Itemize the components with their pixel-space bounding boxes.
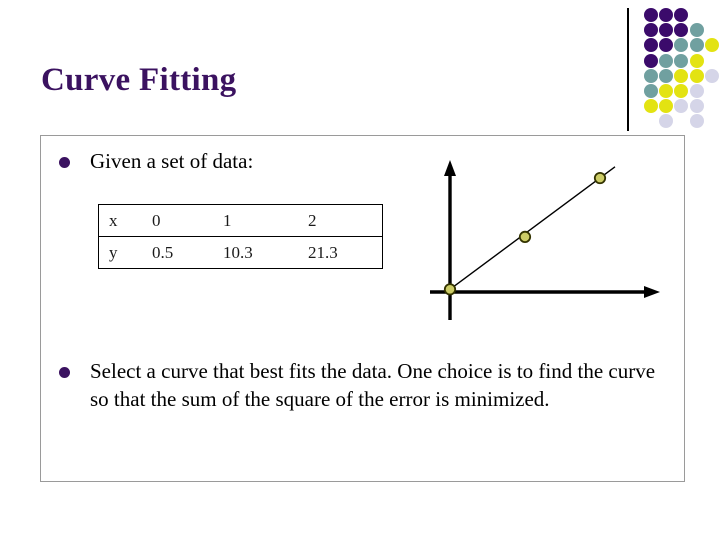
decor-dot-teal [674, 53, 689, 68]
table-cell-x-2: 2 [299, 204, 383, 237]
decor-dot-teal [689, 38, 704, 53]
table-cell-y-1: 10.3 [214, 236, 299, 269]
decor-dot-lavender [659, 114, 674, 129]
bullet-item-1-label: Given a set of data: [90, 149, 254, 173]
decor-dot-lavender [704, 68, 719, 83]
decor-dot-purple [644, 8, 658, 22]
decorative-dot-grid [644, 8, 720, 129]
disc-bullet-icon [59, 157, 70, 168]
decor-dot-yellow [689, 68, 704, 83]
decor-dot-yellow [659, 99, 674, 114]
chart-axes [430, 160, 660, 320]
decor-dot-lavender [689, 99, 704, 114]
decor-dot-teal [659, 68, 674, 83]
decor-dot-teal [644, 84, 658, 98]
decor-dot-teal [689, 23, 704, 38]
data-point-marker [443, 283, 457, 296]
presentation-slide: Curve Fitting Given a set of data: x 0 1… [0, 0, 720, 540]
best-fit-line [449, 166, 616, 290]
decor-dot-lavender [689, 114, 704, 129]
data-table: x 0 1 2 y 0.5 10.3 21.3 [98, 204, 383, 269]
decor-dot-purple [659, 38, 674, 53]
decor-dot-yellow [689, 53, 704, 68]
decor-dot-yellow [659, 84, 674, 98]
decor-dot-purple [659, 23, 674, 38]
decor-dot-purple [674, 8, 689, 22]
bullet-item-1: Given a set of data: [59, 148, 479, 176]
disc-bullet-icon [59, 367, 70, 378]
data-point-marker [593, 171, 607, 185]
decor-dot-yellow [644, 99, 658, 114]
decor-dot-teal [674, 38, 689, 53]
x-axis-arrowhead [644, 286, 660, 298]
decor-dot-teal [644, 68, 658, 83]
decor-dot-yellow [704, 38, 719, 53]
decor-dot-teal [659, 53, 674, 68]
title-divider-rule [627, 8, 629, 131]
decor-dot-yellow [674, 68, 689, 83]
chart-best-fit-line [449, 166, 616, 290]
table-row: y 0.5 10.3 21.3 [98, 236, 383, 269]
curve-fitting-chart [430, 160, 660, 320]
table-cell-x-0: 0 [143, 204, 214, 237]
decor-dot-purple [644, 23, 658, 38]
decor-dot-yellow [674, 84, 689, 98]
table-cell-y-2: 21.3 [299, 236, 383, 269]
bullet-item-2-label: Select a curve that best fits the data. … [90, 359, 656, 411]
decor-dot-purple [644, 38, 658, 53]
table-row-label-x: x [98, 204, 143, 237]
table-cell-y-0: 0.5 [143, 236, 214, 269]
decor-dot-purple [644, 53, 658, 68]
decor-dot-purple [674, 23, 689, 38]
decor-dot-purple [659, 8, 674, 22]
decor-dot-lavender [689, 84, 704, 98]
bullet-item-2: Select a curve that best fits the data. … [59, 358, 671, 414]
page-title: Curve Fitting [41, 62, 237, 98]
table-row: x 0 1 2 [98, 204, 383, 237]
decor-dot-lavender [674, 99, 689, 114]
data-point-marker [518, 230, 532, 243]
table-cell-x-1: 1 [214, 204, 299, 237]
table-row-label-y: y [98, 236, 143, 269]
y-axis-arrowhead [444, 160, 456, 176]
